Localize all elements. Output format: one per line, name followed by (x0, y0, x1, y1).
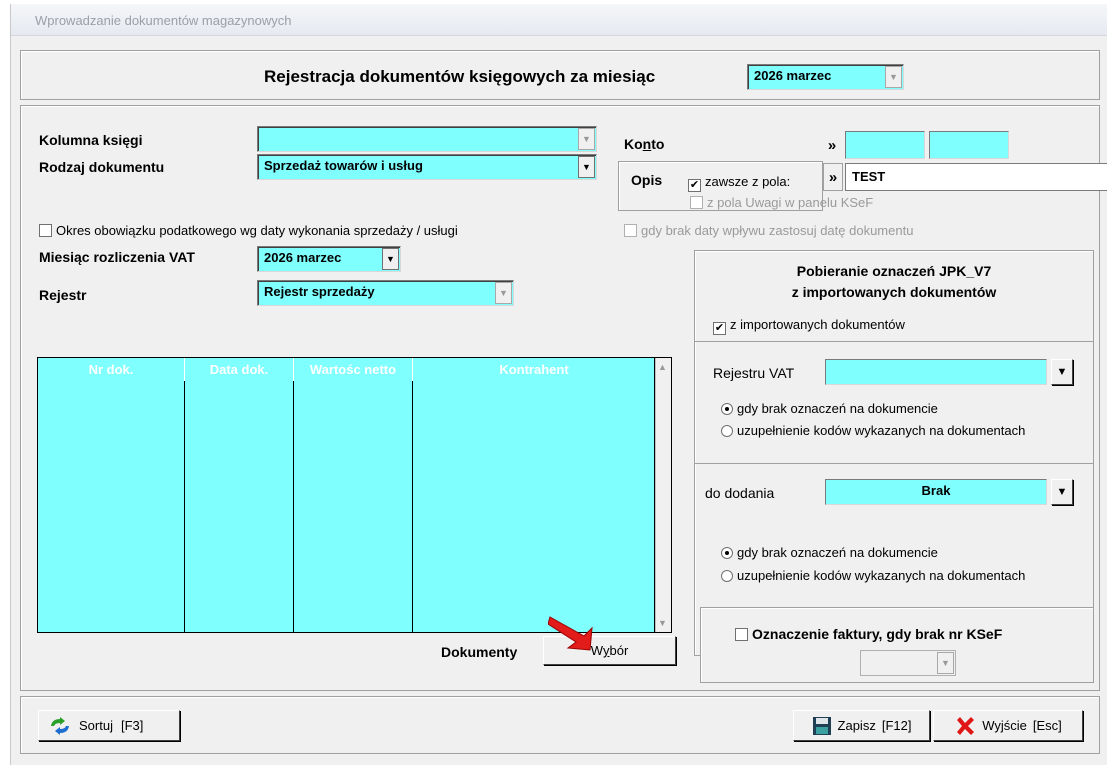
chevron-down-icon[interactable]: ▼ (382, 248, 399, 270)
sort-button[interactable]: Sortuj [F3] (38, 710, 180, 741)
table-scrollbar[interactable]: ▲ ▼ (655, 358, 671, 632)
rodzaj-label: Rodzaj dokumentu (39, 159, 165, 175)
documents-label: Dokumenty (441, 644, 518, 660)
exit-button[interactable]: Wyjście [Esc] (933, 710, 1083, 741)
header-wartosc[interactable]: Wartośc netto (294, 358, 413, 381)
konto-label: Konto (624, 136, 665, 152)
title-bar: Wprowadzanie dokumentów magazynowych (11, 4, 1107, 36)
window-title: Wprowadzanie dokumentów magazynowych (35, 13, 292, 28)
save-button[interactable]: Zapisz [F12] (793, 710, 930, 741)
zawsze-checkbox[interactable]: ✔ zawsze z pola: (688, 174, 790, 192)
radio-icon[interactable] (721, 403, 733, 415)
do-dodania-label: do dodania (705, 485, 775, 501)
floppy-disk-icon (812, 716, 831, 735)
rejestru-vat-select[interactable] (825, 359, 1047, 385)
radio-icon[interactable] (721, 547, 733, 559)
rejestr-select[interactable]: Rejestr sprzedaży ▼ (257, 280, 514, 306)
rejestr-label: Rejestr (39, 287, 87, 303)
rejestru-vat-dropdown[interactable]: ▼ (1051, 359, 1073, 385)
radio-2a[interactable]: gdy brak oznaczeń na dokumencie (721, 545, 938, 560)
checkbox-icon[interactable]: ✔ (688, 179, 701, 192)
radio-2b[interactable]: uzupełnienie kodów wykazanych na dokumen… (721, 568, 1025, 583)
divider (695, 341, 1093, 342)
rodzaj-select[interactable]: Sprzedaż towarów i usług ▼ (257, 154, 597, 180)
opis-label: Opis (631, 172, 663, 188)
checkbox-icon[interactable] (690, 196, 703, 209)
chevron-down-icon[interactable]: ▼ (937, 652, 954, 674)
checkbox-icon[interactable]: ✔ (713, 322, 726, 335)
miesiac-select[interactable]: 2026 marzec ▼ (257, 246, 401, 272)
footer-panel: Sortuj [F3] Zapisz [F12] Wyjście [Esc] (20, 696, 1100, 754)
main-panel: Kolumna księgi ▼ Rodzaj dokumentu Sprzed… (20, 105, 1107, 691)
column-wartosc (294, 358, 413, 632)
kolumna-label: Kolumna księgi (39, 132, 143, 148)
kolumna-select[interactable]: ▼ (257, 126, 597, 152)
chevron-down-icon[interactable]: ▼ (495, 282, 512, 304)
radio-icon[interactable] (721, 425, 733, 437)
checkbox-icon[interactable] (624, 224, 637, 237)
okres-checkbox[interactable]: Okres obowiązku podatkowego wg daty wyko… (39, 223, 458, 238)
konto-field-1[interactable] (845, 131, 925, 159)
radio-icon[interactable] (721, 570, 733, 582)
header-kontrahent[interactable]: Kontrahent (413, 358, 655, 381)
radio-1a[interactable]: gdy brak oznaczeń na dokumencie (721, 401, 938, 416)
header-data[interactable]: Data dok. (185, 358, 294, 381)
column-nr (38, 358, 185, 632)
konto-picker-button[interactable]: » (822, 131, 842, 159)
arrow-pointer-icon (548, 616, 593, 651)
ksef-checkbox[interactable]: Oznaczenie faktury, gdy brak nr KSeF (735, 626, 1002, 642)
header-month-select[interactable]: 2026 marzec ▼ (747, 64, 904, 90)
header-label: Rejestracja dokumentów księgowych za mie… (264, 67, 656, 86)
scroll-down-icon[interactable]: ▼ (658, 618, 667, 628)
miesiac-label: Miesiąc rozliczenia VAT (39, 249, 195, 265)
do-dodania-dropdown[interactable]: ▼ (1051, 479, 1073, 505)
checkbox-icon[interactable] (735, 628, 748, 641)
opis-picker-button[interactable]: » (823, 163, 843, 191)
column-kontrahent (413, 358, 655, 632)
chevron-down-icon[interactable]: ▼ (578, 128, 595, 150)
jpk-title-1: Pobieranie oznaczeń JPK_V7 (796, 263, 992, 279)
checkbox-icon[interactable] (39, 224, 52, 237)
scroll-up-icon[interactable]: ▲ (658, 362, 667, 372)
chevron-down-icon[interactable]: ▼ (578, 156, 595, 178)
import-checkbox[interactable]: ✔ z importowanych dokumentów (713, 317, 905, 335)
ksef-select[interactable]: ▼ (860, 650, 956, 676)
table-header-row: Nr dok. Data dok. Wartośc netto Kontrahe… (38, 358, 655, 381)
header-panel: Rejestracja dokumentów księgowych za mie… (20, 50, 1100, 100)
close-icon (957, 716, 975, 735)
main-window: Wprowadzanie dokumentów magazynowych Rej… (10, 4, 1107, 765)
uwagi-checkbox[interactable]: z pola Uwagi w panelu KSeF (690, 195, 873, 210)
chevron-down-icon[interactable]: ▼ (885, 66, 902, 88)
opis-input[interactable]: TEST (845, 163, 1107, 191)
rejestru-vat-label: Rejestru VAT (713, 365, 795, 381)
gdy-brak-checkbox[interactable]: gdy brak daty wpływu zastosuj datę dokum… (624, 223, 913, 238)
radio-1b[interactable]: uzupełnienie kodów wykazanych na dokumen… (721, 423, 1025, 438)
jpk-panel: Pobieranie oznaczeń JPK_V7 z importowany… (694, 250, 1094, 656)
documents-table[interactable]: Nr dok. Data dok. Wartośc netto Kontrahe… (37, 357, 672, 633)
column-data (185, 358, 294, 632)
konto-field-2[interactable] (929, 131, 1009, 159)
do-dodania-select[interactable]: Brak (825, 479, 1047, 505)
header-nr[interactable]: Nr dok. (38, 358, 185, 381)
divider (695, 463, 1093, 464)
jpk-title-2: z importowanych dokumentów (791, 284, 997, 300)
ksef-panel: Oznaczenie faktury, gdy brak nr KSeF ▼ (700, 607, 1094, 683)
refresh-icon (51, 716, 69, 735)
